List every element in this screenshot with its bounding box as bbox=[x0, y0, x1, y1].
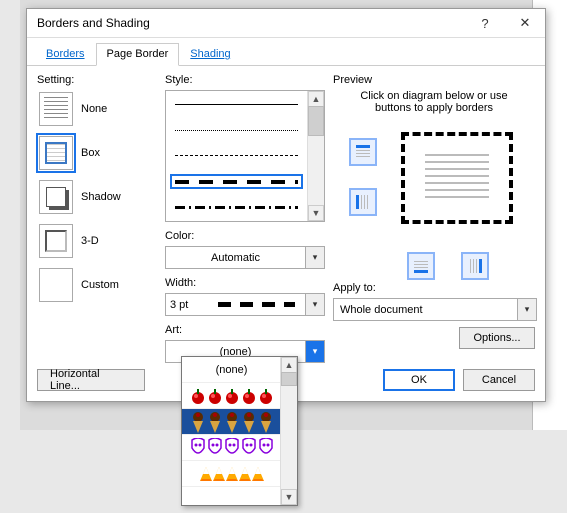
scroll-up-icon[interactable]: ▲ bbox=[281, 357, 297, 373]
setting-3d-icon bbox=[39, 224, 73, 258]
style-item-dash-long[interactable] bbox=[170, 174, 303, 190]
art-scrollbar[interactable]: ▲ ▼ bbox=[280, 357, 297, 505]
setting-shadow-label: Shadow bbox=[81, 191, 121, 203]
apple-icon bbox=[241, 387, 257, 405]
setting-custom-icon bbox=[39, 268, 73, 302]
style-scrollbar[interactable]: ▲ ▼ bbox=[307, 91, 324, 221]
setting-custom[interactable]: Custom bbox=[37, 266, 157, 304]
candycorn-icon bbox=[213, 467, 225, 481]
preview-label: Preview bbox=[333, 74, 535, 86]
style-item-dash-dot[interactable] bbox=[170, 199, 303, 215]
apple-icon bbox=[207, 387, 223, 405]
setting-none-icon bbox=[39, 92, 73, 126]
preview-hint: Click on diagram below or use buttons to… bbox=[341, 90, 527, 114]
setting-custom-label: Custom bbox=[81, 279, 119, 291]
tab-borders[interactable]: Borders bbox=[35, 43, 96, 66]
borders-shading-dialog: Borders and Shading ? ✕ Borders Page Bor… bbox=[26, 8, 546, 402]
style-item-solid[interactable] bbox=[170, 97, 303, 113]
candycorn-icon bbox=[226, 467, 238, 481]
chevron-down-icon[interactable]: ▾ bbox=[517, 299, 536, 320]
preview-page[interactable] bbox=[397, 128, 517, 228]
setting-shadow-icon bbox=[39, 180, 73, 214]
icecream-icon bbox=[224, 411, 240, 433]
mask-icon bbox=[190, 438, 206, 458]
setting-3d[interactable]: 3-D bbox=[37, 222, 157, 260]
color-combo[interactable]: Automatic ▾ bbox=[165, 246, 325, 269]
help-button[interactable]: ? bbox=[465, 9, 505, 37]
style-label: Style: bbox=[165, 74, 325, 86]
mask-icon bbox=[258, 438, 274, 458]
border-right-button[interactable] bbox=[461, 252, 489, 280]
tab-bar: Borders Page Border Shading bbox=[27, 38, 545, 66]
candycorn-icon bbox=[200, 467, 212, 481]
scroll-down-icon[interactable]: ▼ bbox=[308, 205, 324, 221]
art-item-masks[interactable] bbox=[182, 435, 281, 461]
chevron-down-icon[interactable]: ▾ bbox=[305, 294, 324, 315]
art-item-candycorn[interactable] bbox=[182, 461, 281, 487]
style-item-dotted[interactable] bbox=[170, 123, 303, 139]
art-item-apples[interactable] bbox=[182, 383, 281, 409]
setting-none-label: None bbox=[81, 103, 107, 115]
ok-button[interactable]: OK bbox=[383, 369, 455, 391]
setting-3d-label: 3-D bbox=[81, 235, 99, 247]
width-label: Width: bbox=[165, 277, 325, 289]
style-item-dash-short[interactable] bbox=[170, 148, 303, 164]
icecream-icon bbox=[207, 411, 223, 433]
mask-icon bbox=[207, 438, 223, 458]
apply-to-label: Apply to: bbox=[333, 282, 535, 294]
apple-icon bbox=[190, 387, 206, 405]
icecream-icon bbox=[258, 411, 274, 433]
style-list[interactable]: ▲ ▼ bbox=[165, 90, 325, 222]
apply-to-combo[interactable]: Whole document ▾ bbox=[333, 298, 537, 321]
icecream-icon bbox=[241, 411, 257, 433]
color-label: Color: bbox=[165, 230, 325, 242]
apply-to-value: Whole document bbox=[334, 304, 517, 316]
color-value: Automatic bbox=[166, 252, 305, 264]
dialog-title: Borders and Shading bbox=[37, 16, 465, 30]
border-top-button[interactable] bbox=[349, 138, 377, 166]
icecream-icon bbox=[190, 411, 206, 433]
options-button[interactable]: Options... bbox=[459, 327, 535, 349]
chevron-down-icon[interactable]: ▾ bbox=[305, 341, 324, 362]
horizontal-line-button[interactable]: Horizontal Line... bbox=[37, 369, 145, 391]
close-button[interactable]: ✕ bbox=[505, 9, 545, 37]
tab-page-border[interactable]: Page Border bbox=[96, 43, 180, 66]
setting-box-label: Box bbox=[81, 147, 100, 159]
preview-diagram[interactable] bbox=[333, 124, 535, 274]
border-bottom-button[interactable] bbox=[407, 252, 435, 280]
width-value: 3 pt bbox=[166, 299, 208, 311]
apple-icon bbox=[258, 387, 274, 405]
chevron-down-icon[interactable]: ▾ bbox=[305, 247, 324, 268]
setting-box[interactable]: Box bbox=[37, 134, 157, 172]
art-item-icecream[interactable] bbox=[182, 409, 281, 435]
art-item-none[interactable]: (none) bbox=[182, 357, 281, 383]
setting-box-icon bbox=[39, 136, 73, 170]
width-sample bbox=[208, 294, 305, 315]
apple-icon bbox=[224, 387, 240, 405]
mask-icon bbox=[241, 438, 257, 458]
border-left-button[interactable] bbox=[349, 188, 377, 216]
setting-none[interactable]: None bbox=[37, 90, 157, 128]
setting-shadow[interactable]: Shadow bbox=[37, 178, 157, 216]
titlebar: Borders and Shading ? ✕ bbox=[27, 9, 545, 38]
candycorn-icon bbox=[239, 467, 251, 481]
art-label: Art: bbox=[165, 324, 325, 336]
mask-icon bbox=[224, 438, 240, 458]
art-dropdown-list[interactable]: (none) bbox=[181, 356, 298, 506]
scroll-down-icon[interactable]: ▼ bbox=[281, 489, 297, 505]
tab-shading[interactable]: Shading bbox=[179, 43, 241, 66]
width-combo[interactable]: 3 pt ▾ bbox=[165, 293, 325, 316]
scroll-up-icon[interactable]: ▲ bbox=[308, 91, 324, 107]
candycorn-icon bbox=[252, 467, 264, 481]
cancel-button[interactable]: Cancel bbox=[463, 369, 535, 391]
setting-label: Setting: bbox=[37, 74, 157, 86]
